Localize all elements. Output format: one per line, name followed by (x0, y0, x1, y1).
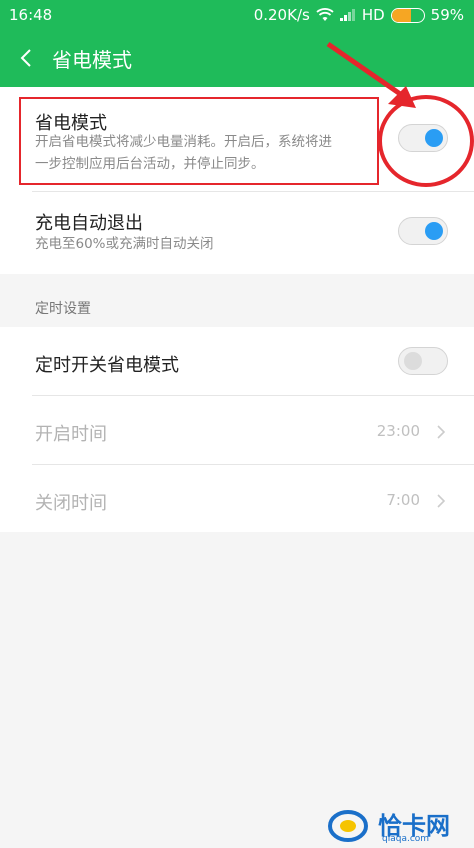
start-time-row[interactable]: 开启时间 23:00 (0, 396, 474, 464)
switch-knob (425, 222, 443, 240)
auto-exit-switch[interactable] (398, 217, 448, 245)
switch-knob (404, 352, 422, 370)
network-type: HD (361, 6, 385, 24)
status-time: 16:48 (9, 6, 53, 24)
end-time-value: 7:00 (386, 491, 420, 509)
auto-exit-subtitle: 充电至60%或充满时自动关闭 (35, 236, 214, 252)
schedule-switch[interactable] (398, 347, 448, 375)
wifi-icon (316, 8, 334, 21)
arrow-annotation (326, 41, 416, 108)
chevron-right-icon (437, 494, 446, 508)
auto-exit-title: 充电自动退出 (35, 213, 143, 234)
watermark-url: qiaqa.com (382, 834, 430, 844)
network-speed: 0.20K/s (253, 6, 310, 24)
watermark: 恰卡网 qiaqa.com (322, 802, 474, 848)
chevron-right-icon (437, 425, 446, 439)
page-title: 省电模式 (52, 48, 132, 72)
end-time-title: 关闭时间 (35, 493, 107, 514)
signal-icon (339, 9, 355, 21)
start-time-title: 开启时间 (35, 424, 107, 445)
battery-percent: 59% (430, 6, 464, 24)
schedule-section-label: 定时设置 (35, 301, 91, 317)
schedule-toggle-row[interactable]: 定时开关省电模式 (0, 327, 474, 395)
battery-fill (391, 8, 411, 22)
status-bar: 16:48 0.20K/s HD 59% (0, 0, 474, 30)
auto-exit-row[interactable]: 充电自动退出 充电至60%或充满时自动关闭 (0, 192, 474, 274)
end-time-row[interactable]: 关闭时间 7:00 (0, 465, 474, 532)
schedule-toggle-title: 定时开关省电模式 (35, 355, 179, 376)
battery-icon (390, 7, 425, 23)
watermark-logo-icon (328, 810, 368, 842)
start-time-value: 23:00 (376, 422, 420, 440)
schedule-card: 定时开关省电模式 开启时间 23:00 关闭时间 7:00 (0, 327, 474, 532)
status-right: 0.20K/s HD 59% (254, 6, 464, 24)
back-icon[interactable] (14, 44, 38, 72)
